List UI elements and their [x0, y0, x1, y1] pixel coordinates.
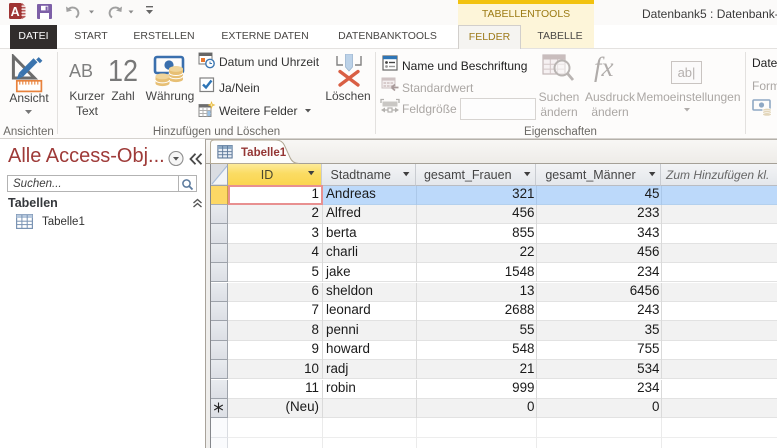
svg-text:A: A [11, 5, 20, 19]
